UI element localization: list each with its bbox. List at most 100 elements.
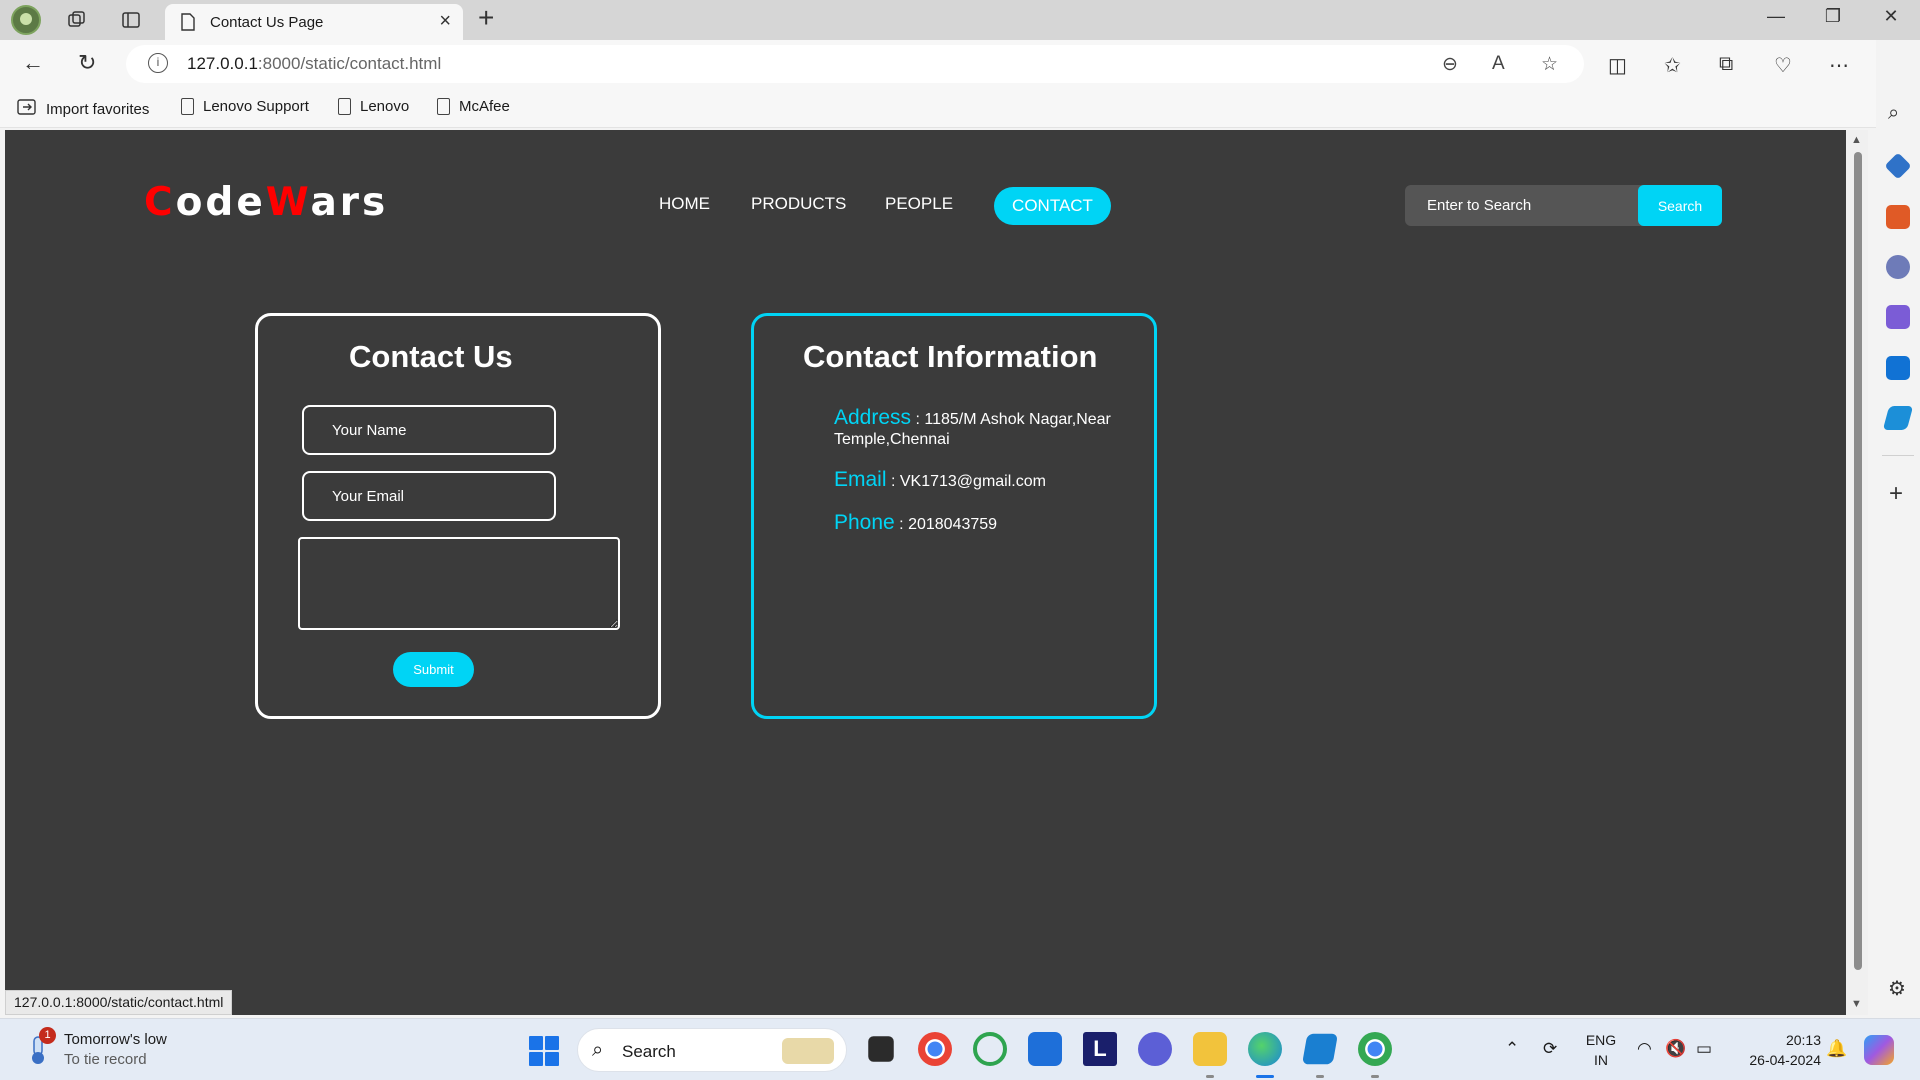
collections-toolbar-icon[interactable]: ⧉ (1719, 53, 1733, 76)
favorites-icon[interactable]: ✩ (1664, 53, 1681, 78)
read-aloud-icon[interactable]: A (1492, 53, 1505, 75)
address-line: Address : 1185/M Ashok Nagar,Near Temple… (834, 406, 1111, 448)
submit-button[interactable]: Submit (393, 652, 474, 687)
outlook-icon[interactable] (1886, 356, 1910, 380)
add-icon[interactable]: + (1889, 480, 1903, 508)
clock-time[interactable]: 20:13 (1735, 1032, 1821, 1048)
taskbar-search[interactable]: ⌕ Search (577, 1028, 847, 1072)
notification-bell-icon[interactable]: 🔔 (1826, 1039, 1847, 1059)
clock-date[interactable]: 26-04-2024 (1735, 1052, 1821, 1068)
back-icon[interactable]: ← (22, 50, 44, 76)
address-bar[interactable]: i 127.0.0.1:8000/static/contact.html ⊖ A… (126, 45, 1584, 83)
nav-contact-link[interactable]: CONTACT (994, 187, 1111, 225)
weather-title: Tomorrow's low (64, 1031, 167, 1048)
url-text[interactable]: 127.0.0.1:8000/static/contact.html (187, 54, 441, 74)
weather-alert-badge: 1 (39, 1027, 56, 1044)
site-info-icon[interactable]: i (148, 53, 168, 73)
windows-start-icon[interactable] (529, 1036, 559, 1066)
chevron-up-icon[interactable]: ⌃ (1505, 1039, 1519, 1059)
new-tab-icon[interactable]: + (478, 2, 494, 34)
phone-value: 2018043759 (908, 516, 998, 533)
vscode-icon[interactable] (1302, 1033, 1338, 1065)
language-bottom[interactable]: IN (1585, 1052, 1617, 1068)
search-icon[interactable]: ⌕ (1888, 102, 1899, 125)
page-scrollbar[interactable]: ▲ ▼ (1846, 130, 1868, 1015)
restore-icon[interactable]: ❐ (1810, 6, 1856, 27)
tab-title: Contact Us Page (210, 14, 324, 31)
email-label: Email (834, 468, 887, 491)
lenovo-app-icon[interactable]: L (1083, 1032, 1117, 1066)
codewars-logo[interactable]: CodeWars (144, 180, 388, 225)
edge-sidebar: ⌕ + ⚙ (1876, 40, 1920, 1015)
search-button[interactable]: Search (1638, 185, 1722, 226)
browser-essentials-icon[interactable]: ♡ (1774, 53, 1792, 78)
chrome-icon[interactable] (918, 1032, 952, 1066)
running-indicator (1316, 1075, 1324, 1078)
email-value: VK1713@gmail.com (899, 473, 1046, 490)
active-indicator (1256, 1075, 1274, 1078)
favorite-star-icon[interactable]: ☆ (1541, 53, 1558, 76)
contact-form-card: Contact Us Submit (255, 313, 661, 719)
battery-icon[interactable]: ▭ (1696, 1039, 1712, 1059)
refresh-icon[interactable]: ↻ (78, 50, 96, 76)
nav-products-link[interactable]: PRODUCTS (751, 194, 846, 214)
split-screen-icon[interactable]: ◫ (1608, 53, 1627, 78)
tab-actions-icon[interactable] (116, 6, 146, 34)
games-icon[interactable] (1886, 255, 1910, 279)
favorite-lenovo-support[interactable]: Lenovo Support (181, 98, 309, 115)
phone-label: Phone (834, 511, 895, 534)
search-highlight-icon (782, 1038, 834, 1064)
running-indicator (1371, 1075, 1379, 1078)
nav-home-link[interactable]: HOME (659, 194, 710, 214)
scroll-up-icon[interactable]: ▲ (1851, 134, 1862, 146)
zoom-icon[interactable]: ⊖ (1442, 53, 1458, 76)
contact-info-card: Contact Information Address : 1185/M Ash… (751, 313, 1157, 719)
favorite-import[interactable]: Import favorites (17, 98, 149, 120)
volume-muted-icon[interactable]: 🔇 (1665, 1039, 1686, 1059)
contact-info-heading: Contact Information (803, 339, 1098, 374)
minimize-icon[interactable]: — (1753, 6, 1799, 27)
weather-subtitle: To tie record (64, 1051, 147, 1068)
name-field[interactable] (302, 405, 556, 455)
scroll-thumb[interactable] (1854, 152, 1862, 970)
search-icon: ⌕ (592, 1039, 604, 1061)
email-field[interactable] (302, 471, 556, 521)
email-line: Email : VK1713@gmail.com (834, 468, 1046, 491)
settings-gear-icon[interactable]: ⚙ (1888, 976, 1906, 1001)
browser-title-bar: Contact Us Page × + — ❐ ✕ (0, 0, 1920, 40)
collections-icon[interactable] (62, 6, 92, 34)
page-icon (181, 98, 194, 115)
favorite-lenovo[interactable]: Lenovo (338, 98, 409, 115)
address-label: Address (834, 406, 912, 429)
microsoft-365-icon[interactable] (1886, 305, 1910, 329)
scroll-down-icon[interactable]: ▼ (1851, 998, 1862, 1010)
language-top[interactable]: ENG (1585, 1032, 1617, 1048)
phone-line: Phone : 2018043759 (834, 511, 998, 534)
message-textarea[interactable] (298, 537, 620, 630)
file-explorer-icon[interactable] (1193, 1032, 1227, 1066)
page-icon (437, 98, 450, 115)
favorite-mcafee[interactable]: McAfee (437, 98, 510, 115)
search-input[interactable] (1405, 185, 1640, 226)
vantage-icon[interactable] (1138, 1032, 1172, 1066)
wifi-icon[interactable]: ◠ (1637, 1039, 1652, 1059)
task-view-icon[interactable] (868, 1036, 894, 1062)
drop-icon[interactable] (1882, 406, 1914, 430)
page-viewport: CodeWars HOME PRODUCTS PEOPLE CONTACT Se… (5, 130, 1846, 1015)
tab-contact-us[interactable]: Contact Us Page × (165, 4, 463, 40)
browser-toolbar: ← ↻ i 127.0.0.1:8000/static/contact.html… (0, 40, 1920, 88)
sync-app-icon[interactable] (973, 1032, 1007, 1066)
microsoft-store-icon[interactable] (1028, 1032, 1062, 1066)
chrome-profile-icon[interactable] (1358, 1032, 1392, 1066)
nav-people-link[interactable]: PEOPLE (885, 194, 953, 214)
running-indicator (1206, 1075, 1214, 1078)
sync-tray-icon[interactable]: ⟳ (1543, 1039, 1557, 1059)
copilot-taskbar-icon[interactable] (1864, 1035, 1894, 1065)
shopping-tag-icon[interactable] (1884, 152, 1912, 180)
edge-icon[interactable] (1248, 1032, 1282, 1066)
close-tab-icon[interactable]: × (439, 10, 451, 33)
close-window-icon[interactable]: ✕ (1868, 6, 1914, 27)
more-options-icon[interactable]: ⋯ (1829, 53, 1849, 78)
tools-icon[interactable] (1886, 205, 1910, 229)
profile-avatar[interactable] (11, 5, 41, 35)
